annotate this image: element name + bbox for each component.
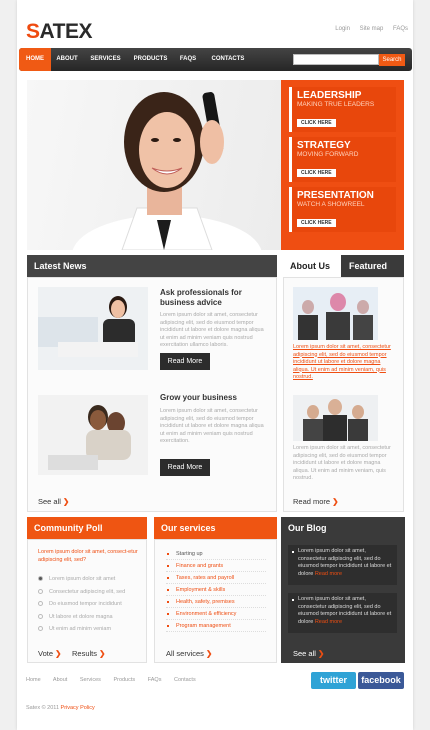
footer-link-products[interactable]: Products <box>113 677 135 683</box>
login-link[interactable]: Login <box>335 26 350 32</box>
poll-question: Lorem ipsum dolor sit amet, consect-etur… <box>38 549 138 563</box>
click-here-button[interactable]: CLICK HERE <box>297 119 336 127</box>
promo-presentation[interactable]: PRESENTATION WATCH A SHOWREEL CLICK HERE <box>289 187 396 232</box>
poll-option[interactable]: Do eiusmod tempor incididunt <box>38 598 138 611</box>
blog-read-more-link[interactable]: Read more <box>315 619 342 625</box>
service-item[interactable]: Employment & skills <box>166 584 266 596</box>
read-more-button-2[interactable]: Read More <box>160 459 210 476</box>
footer-link-about[interactable]: About <box>53 677 67 683</box>
service-item[interactable]: Program management <box>166 620 266 632</box>
team-photo-1 <box>293 287 378 340</box>
hero-image <box>27 80 281 250</box>
footer-links: Home About Services Products FAQs Contac… <box>26 677 207 683</box>
businesswoman-photo <box>72 92 262 250</box>
nav-products[interactable]: PRODUCTS <box>128 48 173 71</box>
poll-option[interactable]: Consectetur adipiscing elit, sed <box>38 586 138 599</box>
tab-about-us[interactable]: About Us <box>283 255 341 277</box>
poll-option[interactable]: Ut labore et dolore magna <box>38 611 138 624</box>
search-input[interactable] <box>293 54 379 65</box>
news-title-1[interactable]: Ask professionals for business advice <box>160 288 265 308</box>
click-here-button[interactable]: CLICK HERE <box>297 219 336 227</box>
privacy-policy-link[interactable]: Privacy Policy <box>61 705 95 711</box>
services-list: Starting up Finance and grants Taxes, ra… <box>166 548 266 632</box>
nav-services[interactable]: SERVICES <box>83 48 128 71</box>
top-links: Login Site map FAQs <box>327 26 408 32</box>
blog-read-more-link[interactable]: Read more <box>315 571 342 577</box>
service-item[interactable]: Environment & efficiency <box>166 608 266 620</box>
blog-post[interactable]: Lorem ipsum dolor sit amet, consectetur … <box>288 545 397 585</box>
poll-option[interactable]: Ut enim ad minim veniam <box>38 623 138 636</box>
main-nav: HOME ABOUT SERVICES PRODUCTS FAQS CONTAC… <box>19 48 412 71</box>
news-title-2[interactable]: Grow your business <box>160 393 265 403</box>
tab-featured[interactable]: Featured <box>341 255 404 277</box>
results-button[interactable]: Results ❯ <box>72 649 105 658</box>
our-services-header: Our services <box>154 517 277 539</box>
news-see-all-link[interactable]: See all ❯ <box>38 497 69 506</box>
sitemap-link[interactable]: Site map <box>360 26 384 32</box>
service-item[interactable]: Starting up <box>166 548 266 560</box>
blog-see-all-link[interactable]: See all ❯ <box>293 649 324 658</box>
copyright: Satex © 2011 Privacy Policy <box>26 705 95 711</box>
search-button[interactable]: Search <box>379 54 405 66</box>
latest-news-header: Latest News <box>27 255 277 277</box>
about-link-text[interactable]: Lorem ipsum dolor sit amet, consectetur … <box>293 344 393 382</box>
nav-contacts[interactable]: CONTACTS <box>203 48 253 71</box>
news-photo-1 <box>38 287 148 370</box>
promo-strategy[interactable]: STRATEGY MOVING FORWARD CLICK HERE <box>289 137 396 182</box>
about-text: Lorem ipsum dolor sit amet, consectetur … <box>293 445 391 481</box>
service-item[interactable]: Health, safety, premises <box>166 596 266 608</box>
service-item[interactable]: Taxes, rates and payroll <box>166 572 266 584</box>
promo-panel: LEADERSHIP MAKING TRUE LEADERS CLICK HERE… <box>281 80 404 250</box>
about-read-more-link[interactable]: Read more ❯ <box>293 497 339 506</box>
site-logo[interactable]: SATEX <box>26 20 92 44</box>
read-more-button-1[interactable]: Read More <box>160 353 210 370</box>
click-here-button[interactable]: CLICK HERE <box>297 169 336 177</box>
footer-link-contacts[interactable]: Contacts <box>174 677 196 683</box>
footer-link-services[interactable]: Services <box>80 677 101 683</box>
community-poll-header: Community Poll <box>27 517 147 539</box>
footer-link-home[interactable]: Home <box>26 677 41 683</box>
all-services-link[interactable]: All services ❯ <box>166 649 212 658</box>
news-photo-2 <box>38 395 148 475</box>
news-text-1: Lorem ipsum dolor sit amet, consectetur … <box>160 312 264 348</box>
facebook-button[interactable]: facebook <box>358 672 404 689</box>
footer-link-faqs[interactable]: FAQs <box>148 677 162 683</box>
news-text-2: Lorem ipsum dolor sit amet, consectetur … <box>160 408 264 444</box>
nav-home[interactable]: HOME <box>19 48 51 71</box>
nav-faqs[interactable]: FAQS <box>173 48 203 71</box>
service-item[interactable]: Finance and grants <box>166 560 266 572</box>
twitter-button[interactable]: twitter <box>311 672 356 689</box>
our-blog-header: Our Blog <box>281 517 405 539</box>
nav-about[interactable]: ABOUT <box>51 48 83 71</box>
promo-leadership[interactable]: LEADERSHIP MAKING TRUE LEADERS CLICK HERE <box>289 87 396 132</box>
faqs-top-link[interactable]: FAQs <box>393 26 408 32</box>
vote-button[interactable]: Vote ❯ <box>38 649 61 658</box>
poll-options: Lorem ipsum dolor sit amet Consectetur a… <box>38 573 138 636</box>
poll-option[interactable]: Lorem ipsum dolor sit amet <box>38 573 138 586</box>
blog-post[interactable]: Lorem ipsum dolor sit amet, consectetur … <box>288 593 397 633</box>
team-photo-2 <box>293 395 378 441</box>
blog-panel: Lorem ipsum dolor sit amet, consectetur … <box>281 539 405 663</box>
